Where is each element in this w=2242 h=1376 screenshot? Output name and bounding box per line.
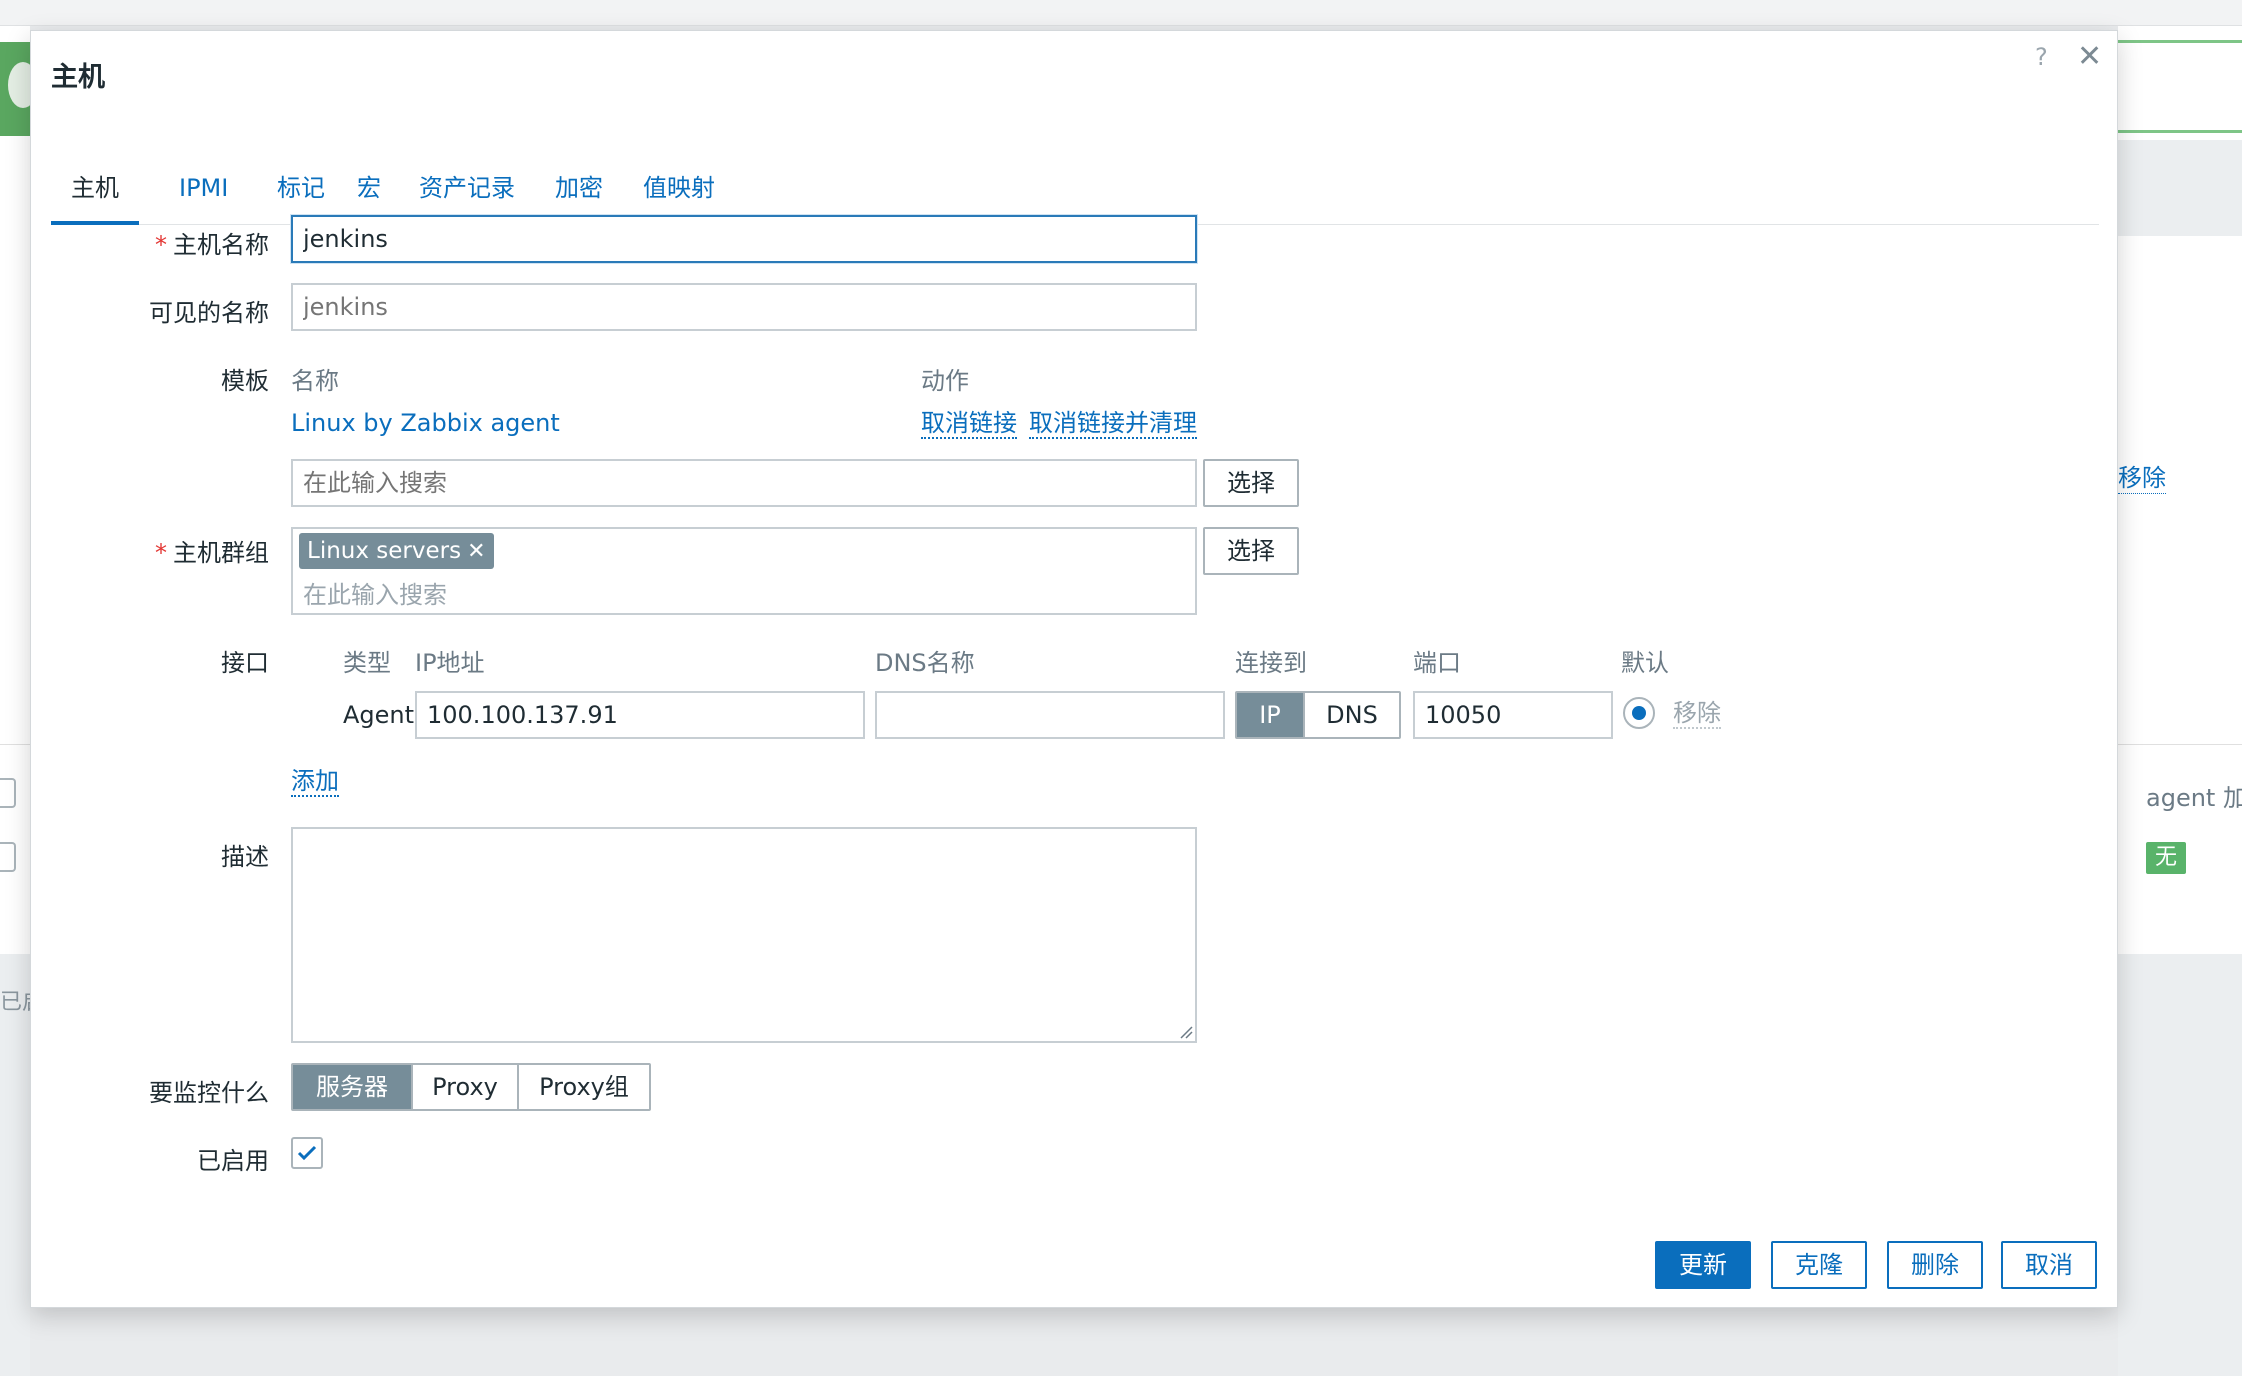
tab-ipmi[interactable]: IPMI xyxy=(179,151,228,225)
templates-label: 模板 xyxy=(221,367,269,395)
page-right-green-line xyxy=(2118,40,2242,43)
dialog-title: 主机 xyxy=(51,62,105,93)
monitored-by-server-option[interactable]: 服务器 xyxy=(293,1065,413,1109)
page-agent-column-header: agent 加密 xyxy=(2146,784,2242,812)
page-right-green-line-2 xyxy=(2118,130,2242,133)
page-remove-link[interactable]: 移除 xyxy=(2118,458,2166,494)
clone-button[interactable]: 克隆 xyxy=(1771,1241,1867,1289)
page-row-checkbox[interactable] xyxy=(0,778,16,808)
host-groups-multiselect[interactable]: Linux servers ✕ 在此输入搜索 xyxy=(291,527,1197,615)
iface-connect-toggle: IP DNS xyxy=(1235,691,1401,739)
enabled-checkbox[interactable] xyxy=(291,1137,323,1169)
tab-inventory[interactable]: 资产记录 xyxy=(419,151,515,225)
delete-button[interactable]: 删除 xyxy=(1887,1241,1983,1289)
host-dialog: 主机 ? ✕ 主机 IPMI 标记 宏 资产记录 加密 值映射 *主机名称 可见… xyxy=(30,30,2118,1308)
visible-name-label: 可见的名称 xyxy=(149,299,269,327)
template-select-button[interactable]: 选择 xyxy=(1203,459,1299,507)
iface-connect-header: 连接到 xyxy=(1235,649,1307,677)
enabled-label: 已启用 xyxy=(197,1147,269,1175)
iface-ip-input[interactable] xyxy=(415,691,865,739)
host-name-input[interactable] xyxy=(291,215,1197,263)
tab-macros[interactable]: 宏 xyxy=(357,151,381,225)
host-group-select-button[interactable]: 选择 xyxy=(1203,527,1299,575)
host-group-search-placeholder[interactable]: 在此输入搜索 xyxy=(303,575,447,610)
add-interface-link[interactable]: 添加 xyxy=(291,767,339,797)
iface-default-header: 默认 xyxy=(1621,649,1669,677)
tab-encryption[interactable]: 加密 xyxy=(555,151,603,225)
templates-action-header: 动作 xyxy=(921,367,969,395)
interfaces-label: 接口 xyxy=(221,649,269,677)
page-header-background xyxy=(0,0,2242,26)
cancel-button[interactable]: 取消 xyxy=(2001,1241,2097,1289)
iface-port-header: 端口 xyxy=(1413,649,1461,677)
monitored-by-label: 要监控什么 xyxy=(149,1079,269,1107)
template-search-input[interactable] xyxy=(291,459,1197,507)
page-left-footer xyxy=(0,954,30,1376)
template-unlink-link[interactable]: 取消链接 xyxy=(921,409,1017,439)
visible-name-input[interactable] xyxy=(291,283,1197,331)
host-group-chip-label: Linux servers xyxy=(307,538,462,564)
iface-port-input[interactable] xyxy=(1413,691,1613,739)
check-icon xyxy=(297,1145,317,1161)
iface-dns-input[interactable] xyxy=(875,691,1225,739)
iface-dns-header: DNS名称 xyxy=(875,649,975,677)
dialog-tabs: 主机 IPMI 标记 宏 资产记录 加密 值映射 xyxy=(51,151,2099,225)
page-right-footer xyxy=(2118,954,2242,1376)
close-icon[interactable]: ✕ xyxy=(2077,39,2102,74)
iface-connect-dns-option[interactable]: DNS xyxy=(1305,693,1399,737)
page-status-badge: 无 xyxy=(2146,842,2186,874)
help-icon[interactable]: ? xyxy=(2035,43,2048,71)
update-button[interactable]: 更新 xyxy=(1655,1241,1751,1289)
iface-ip-header: IP地址 xyxy=(415,649,485,677)
host-group-chip: Linux servers ✕ xyxy=(299,533,494,569)
templates-name-header: 名称 xyxy=(291,367,339,395)
template-link[interactable]: Linux by Zabbix agent xyxy=(291,409,560,437)
tab-value-mapping[interactable]: 值映射 xyxy=(643,151,715,225)
host-groups-label: * 主机群组 xyxy=(155,539,269,567)
monitored-by-proxy-option[interactable]: Proxy xyxy=(413,1065,519,1109)
tab-tags[interactable]: 标记 xyxy=(277,151,325,225)
resize-handle-icon[interactable] xyxy=(1179,1025,1193,1039)
iface-type-value: Agent xyxy=(343,701,415,729)
tab-host[interactable]: 主机 xyxy=(51,151,139,225)
description-textarea[interactable] xyxy=(291,827,1197,1043)
template-unlink-clear-link[interactable]: 取消链接并清理 xyxy=(1029,409,1197,439)
iface-default-radio[interactable] xyxy=(1623,697,1655,729)
host-name-label: * 主机名称 xyxy=(155,231,269,259)
iface-remove-link[interactable]: 移除 xyxy=(1673,699,1721,729)
iface-type-header: 类型 xyxy=(343,649,391,677)
description-label: 描述 xyxy=(221,843,269,871)
page-row-checkbox[interactable] xyxy=(0,842,16,872)
iface-connect-ip-option[interactable]: IP xyxy=(1237,693,1305,737)
monitored-by-toggle: 服务器 Proxy Proxy组 xyxy=(291,1063,651,1111)
page-right-band xyxy=(2118,140,2242,236)
monitored-by-proxy-group-option[interactable]: Proxy组 xyxy=(519,1065,649,1109)
remove-chip-icon[interactable]: ✕ xyxy=(467,539,485,564)
